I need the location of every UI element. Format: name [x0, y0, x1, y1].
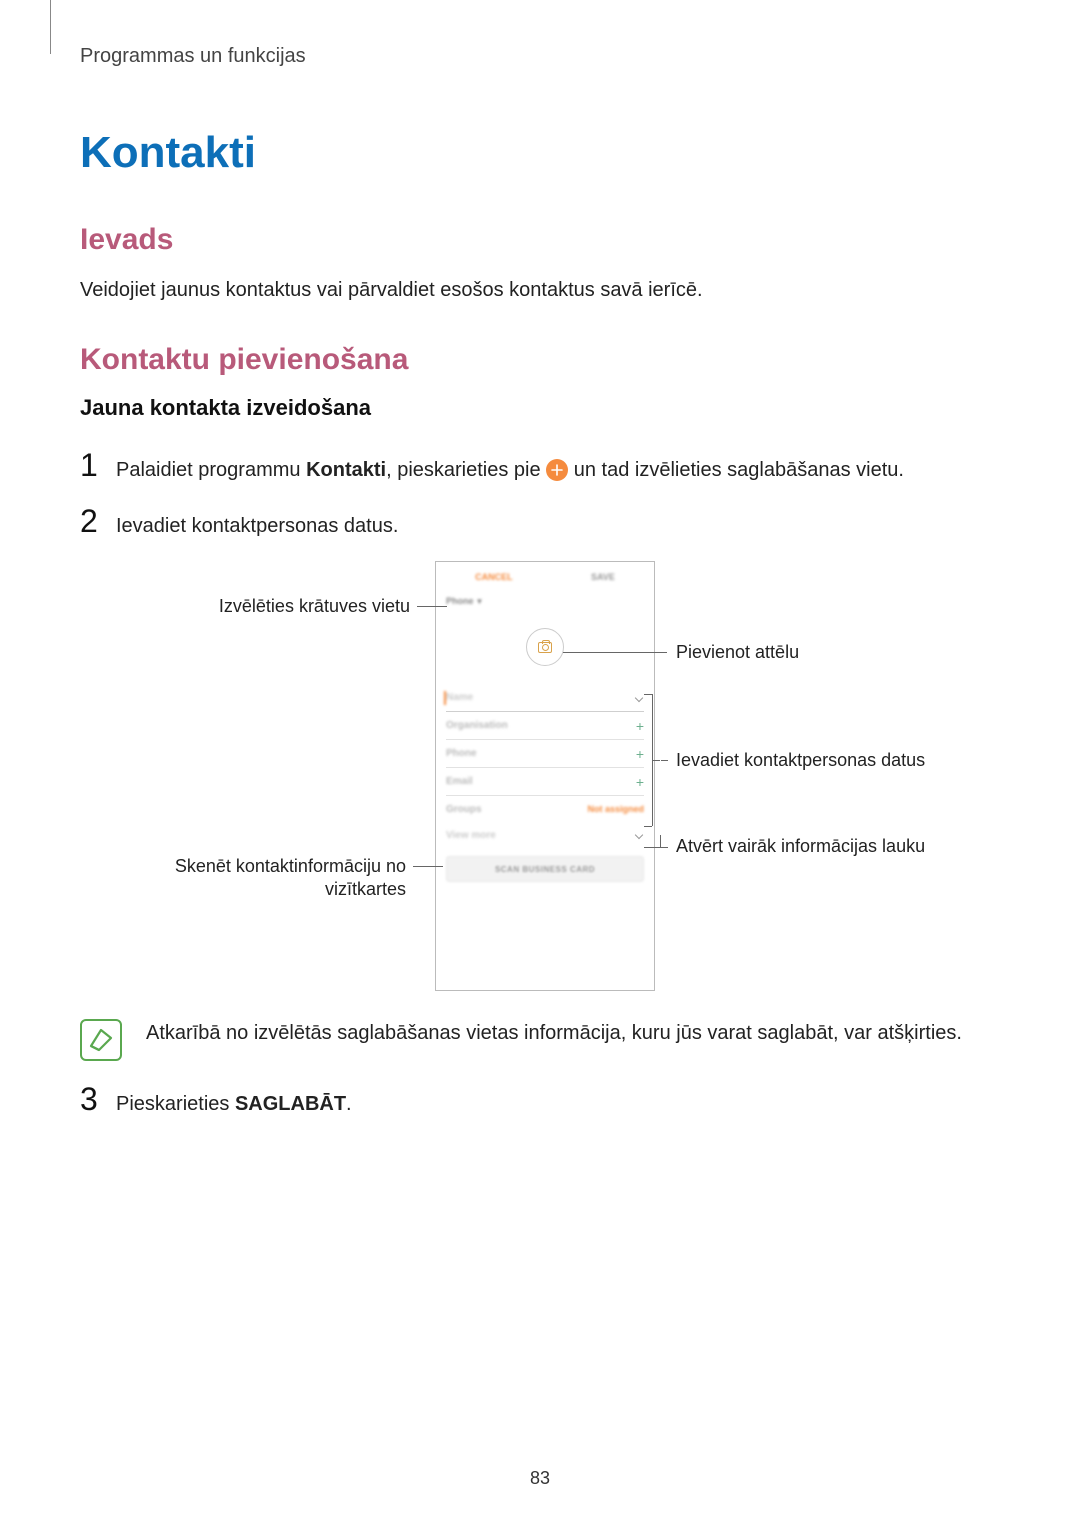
chevron-down-icon: [634, 693, 644, 703]
plus-icon[interactable]: +: [636, 746, 644, 762]
plus-circle-icon: [546, 459, 568, 481]
add-photo-button[interactable]: [526, 628, 564, 666]
plus-icon[interactable]: +: [636, 718, 644, 734]
breadcrumb: Programmas un funkcijas: [80, 45, 1000, 68]
step-number: 3: [80, 1083, 116, 1115]
organisation-field[interactable]: Organisation +: [446, 712, 644, 740]
save-button[interactable]: SAVE: [591, 572, 615, 582]
chevron-down-icon: ▼: [476, 597, 484, 606]
note-body: Atkarībā no izvēlētās saglabāšanas vieta…: [146, 1019, 962, 1048]
contact-editor-diagram: CANCEL SAVE Phone▼ Name Organisation + P…: [80, 561, 1000, 1011]
page-title: Kontakti: [80, 128, 1000, 178]
intro-heading: Ievads: [80, 223, 1000, 257]
phone-action-bar: CANCEL SAVE: [436, 562, 654, 592]
step-body: Palaidiet programmu Kontakti, pieskariet…: [116, 449, 904, 485]
camera-icon: [538, 642, 552, 653]
scan-business-card-button[interactable]: SCAN BUSINESS CARD: [446, 856, 644, 882]
email-field[interactable]: Email +: [446, 768, 644, 796]
add-contacts-heading: Kontaktu pievienošana: [80, 343, 1000, 377]
create-contact-heading: Jauna kontakta izveidošana: [80, 395, 1000, 421]
step-1: 1 Palaidiet programmu Kontakti, pieskari…: [80, 449, 1000, 485]
phone-field[interactable]: Phone +: [446, 740, 644, 768]
note-icon: [80, 1019, 122, 1061]
name-field[interactable]: Name: [446, 684, 644, 712]
storage-callout: Izvēlēties krātuves vietu: [170, 595, 410, 618]
step-2: 2 Ievadiet kontaktpersonas datus.: [80, 505, 1000, 541]
view-more-toggle[interactable]: View more: [446, 822, 644, 848]
intro-body: Veidojiet jaunus kontaktus vai pārvaldie…: [80, 275, 1000, 305]
add-image-callout: Pievienot attēlu: [676, 641, 799, 664]
info-note: Atkarībā no izvēlētās saglabāšanas vieta…: [80, 1019, 1000, 1061]
page-number: 83: [0, 1468, 1080, 1489]
cancel-button[interactable]: CANCEL: [475, 572, 513, 582]
step-body: Ievadiet kontaktpersonas datus.: [116, 505, 398, 541]
scan-card-callout: Skenēt kontaktinformāciju no vizītkartes: [110, 855, 406, 902]
storage-selector[interactable]: Phone▼: [436, 592, 654, 612]
step-number: 2: [80, 505, 116, 537]
open-more-callout: Atvērt vairāk informācijas lauku: [676, 835, 925, 858]
step-body: Pieskarieties SAGLABĀT.: [116, 1083, 352, 1119]
chevron-down-icon: [634, 830, 644, 840]
enter-data-callout: Ievadiet kontaktpersonas datus: [676, 749, 925, 772]
step-number: 1: [80, 449, 116, 481]
plus-icon[interactable]: +: [636, 774, 644, 790]
groups-field[interactable]: Groups Not assigned: [446, 796, 644, 822]
phone-mockup: CANCEL SAVE Phone▼ Name Organisation + P…: [435, 561, 655, 991]
step-3: 3 Pieskarieties SAGLABĀT.: [80, 1083, 1000, 1119]
